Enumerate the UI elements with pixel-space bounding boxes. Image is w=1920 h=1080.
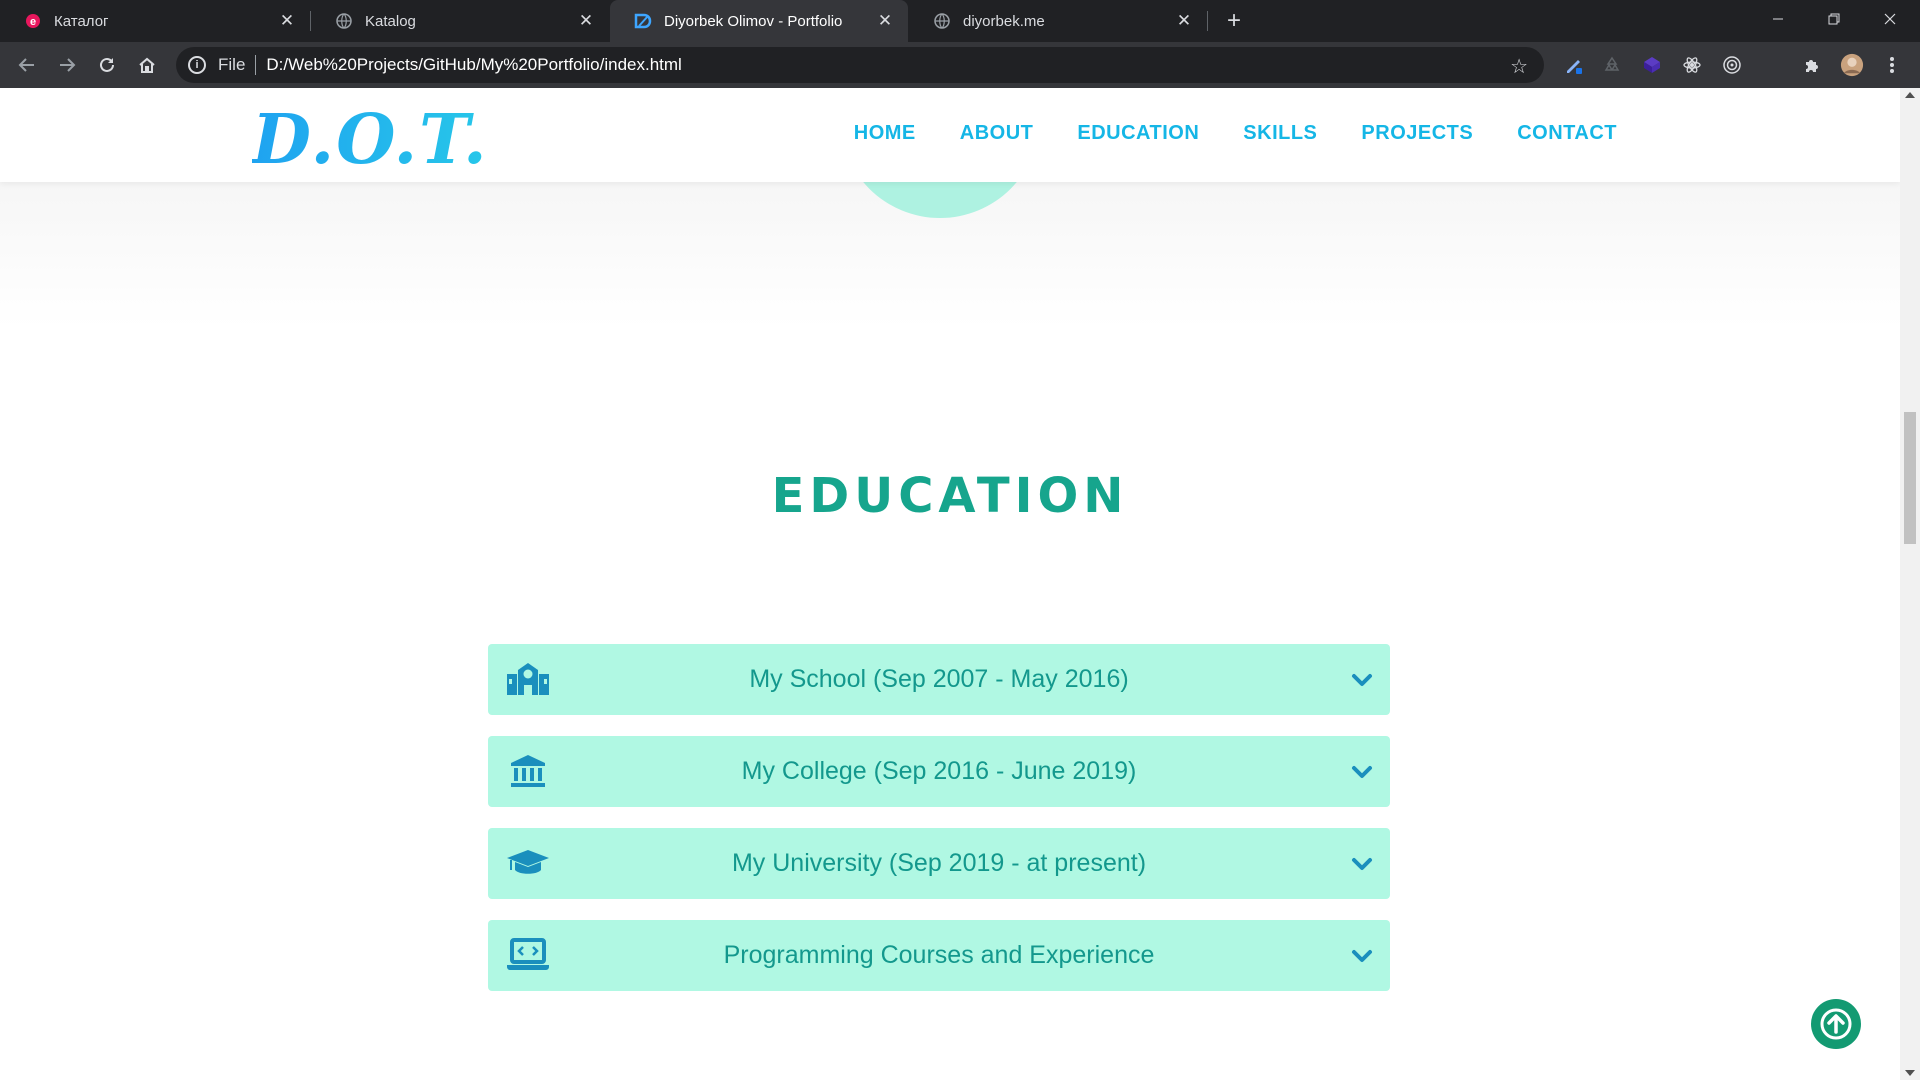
close-window-button[interactable] — [1862, 0, 1918, 38]
chevron-down-icon[interactable] — [1350, 944, 1374, 968]
pen-extension-icon[interactable] — [1562, 53, 1586, 77]
tab-title: Diyorbek Olimov - Portfolio — [664, 12, 843, 30]
chevron-down-icon[interactable] — [1350, 852, 1374, 876]
page-scrollbar[interactable] — [1900, 88, 1920, 1080]
page-viewport: D.O.T. HOME ABOUT EDUCATION SKILLS PROJE… — [0, 88, 1900, 1080]
site-header: D.O.T. HOME ABOUT EDUCATION SKILLS PROJE… — [0, 88, 1900, 182]
e-red-icon: e — [24, 12, 42, 30]
restore-button[interactable] — [1806, 0, 1862, 38]
browser-tab-bar: e Каталог ✕ Katalog ✕ Diyorbek Olimov - … — [0, 0, 1920, 42]
extensions-puzzle-icon[interactable] — [1800, 53, 1824, 77]
info-icon[interactable]: i — [188, 56, 206, 74]
tab-title: diyorbek.me — [963, 12, 1045, 30]
education-title: EDUCATION — [771, 468, 1129, 524]
nav-projects[interactable]: PROJECTS — [1361, 122, 1473, 145]
globe-icon — [933, 12, 951, 30]
close-tab-icon[interactable]: ✕ — [577, 11, 595, 30]
react-devtools-icon[interactable] — [1680, 53, 1704, 77]
brand-icon — [634, 12, 652, 30]
url-text[interactable]: D:/Web%20Projects/GitHub/My%20Portfolio/… — [266, 55, 681, 75]
nav-home[interactable]: HOME — [854, 122, 916, 145]
omnibox-divider — [255, 55, 257, 75]
tab-diyorbek-me[interactable]: diyorbek.me ✕ — [909, 0, 1207, 42]
close-tab-icon[interactable]: ✕ — [278, 11, 296, 30]
globe-icon — [335, 12, 353, 30]
new-tab-button[interactable]: + — [1220, 7, 1248, 35]
tab-katalog-ru[interactable]: e Каталог ✕ — [0, 0, 310, 42]
forward-button[interactable] — [52, 50, 82, 80]
tab-title: Katalog — [365, 12, 416, 30]
home-icon — [139, 57, 155, 73]
address-bar[interactable]: i File D:/Web%20Projects/GitHub/My%20Por… — [176, 47, 1544, 83]
arrow-right-icon — [60, 58, 76, 72]
site-logo[interactable]: D.O.T. — [252, 100, 489, 180]
accordion-college[interactable]: My College (Sep 2016 - June 2019) — [488, 736, 1390, 807]
minimize-button[interactable] — [1750, 0, 1806, 38]
reload-icon — [100, 57, 114, 72]
tab-divider — [1207, 11, 1208, 31]
scroll-to-top-button[interactable] — [1811, 999, 1861, 1049]
back-button[interactable] — [12, 50, 42, 80]
arrow-left-icon — [18, 58, 34, 72]
chevron-down-icon[interactable] — [1350, 760, 1374, 784]
tab-portfolio[interactable]: Diyorbek Olimov - Portfolio ✕ — [610, 0, 908, 42]
tab-katalog[interactable]: Katalog ✕ — [311, 0, 609, 42]
nav-skills[interactable]: SKILLS — [1243, 122, 1317, 145]
nav-education[interactable]: EDUCATION — [1077, 122, 1199, 145]
scrollbar-thumb[interactable] — [1904, 412, 1916, 544]
accordion-university-label: My University (Sep 2019 - at present) — [731, 849, 1147, 877]
accordion-programming[interactable]: Programming Courses and Experience — [488, 920, 1390, 991]
accordion-school-label: My School (Sep 2007 - May 2016) — [749, 665, 1129, 693]
main-nav: HOME ABOUT EDUCATION SKILLS PROJECTS CON… — [854, 122, 1617, 145]
close-tab-icon[interactable]: ✕ — [876, 11, 894, 30]
svg-text:e: e — [30, 16, 36, 28]
scroll-down-arrow[interactable] — [1905, 1070, 1915, 1076]
accordion-programming-label: Programming Courses and Experience — [723, 941, 1155, 969]
recycle-extension-icon[interactable] — [1600, 53, 1624, 77]
nav-contact[interactable]: CONTACT — [1517, 122, 1617, 145]
chevron-down-icon[interactable] — [1350, 668, 1374, 692]
accordion-school[interactable]: My School (Sep 2007 - May 2016) — [488, 644, 1390, 715]
bookmark-star-icon[interactable]: ☆ — [1510, 54, 1528, 79]
home-button[interactable] — [132, 50, 162, 80]
cube-extension-icon[interactable] — [1640, 53, 1664, 77]
nav-about[interactable]: ABOUT — [960, 122, 1034, 145]
profile-avatar[interactable] — [1840, 53, 1864, 77]
arrow-up-circle-icon — [1820, 1008, 1852, 1040]
browser-menu-icon[interactable] — [1880, 53, 1904, 77]
accordion-college-label: My College (Sep 2016 - June 2019) — [741, 757, 1137, 785]
accordion-university[interactable]: My University (Sep 2019 - at present) — [488, 828, 1390, 899]
scroll-up-arrow[interactable] — [1905, 92, 1915, 98]
reload-button[interactable] — [92, 50, 122, 80]
target-extension-icon[interactable] — [1720, 53, 1744, 77]
url-scheme: File — [218, 55, 246, 74]
browser-toolbar: i File D:/Web%20Projects/GitHub/My%20Por… — [0, 42, 1920, 88]
close-tab-icon[interactable]: ✕ — [1175, 11, 1193, 30]
tab-title: Каталог — [54, 12, 109, 30]
